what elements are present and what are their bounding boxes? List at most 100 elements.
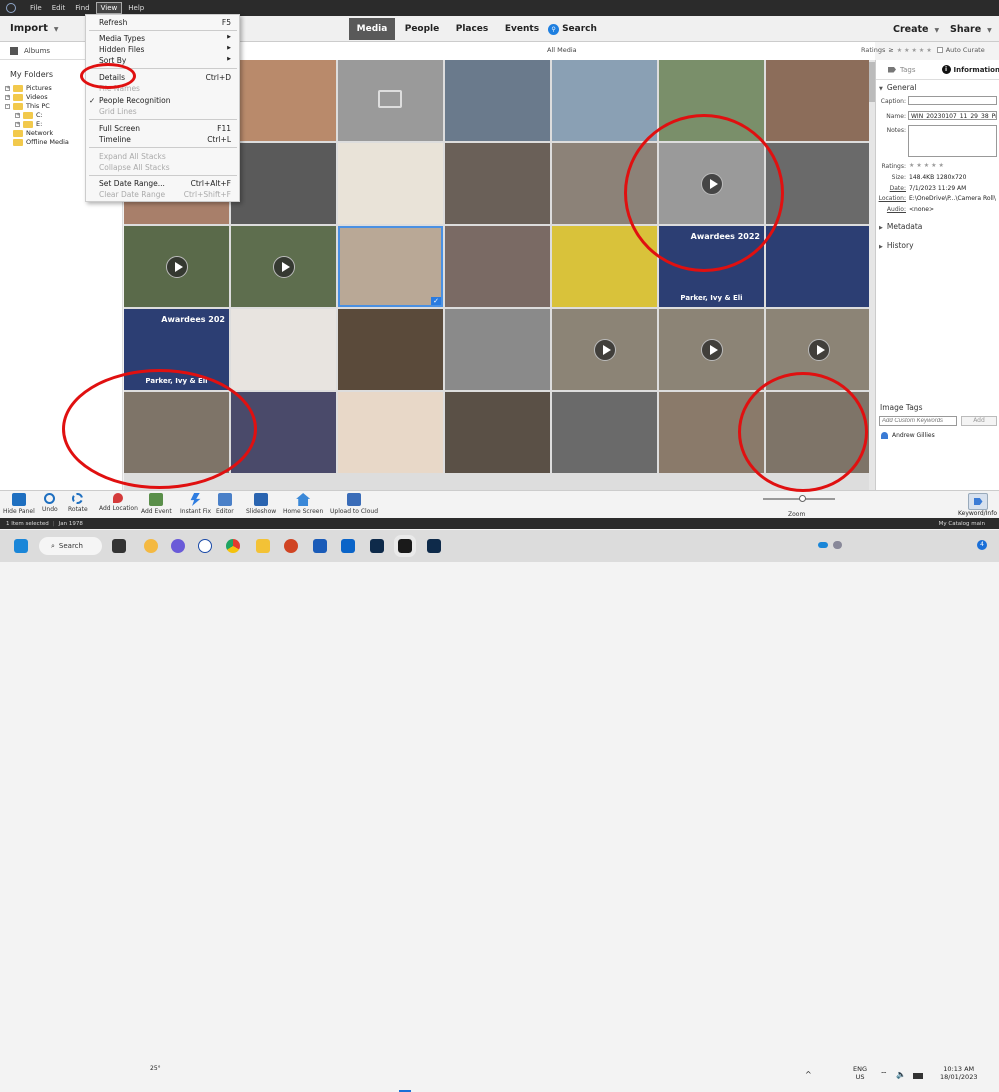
menu-find[interactable]: Find [71, 3, 93, 13]
tab-media[interactable]: Media [349, 18, 395, 40]
add-location-button[interactable]: Add Location [99, 493, 138, 512]
photo-thumbnail[interactable] [445, 392, 550, 473]
share-button[interactable]: Share▼ [950, 24, 992, 35]
undo-button[interactable]: Undo [42, 493, 58, 513]
show-hidden-icons-chevron[interactable]: ^ [805, 1070, 812, 1079]
ratings-filter[interactable]: Ratings ≥ ★★★★★ Auto Curate [861, 46, 985, 54]
play-icon[interactable] [166, 256, 188, 278]
start-windows-icon[interactable] [14, 539, 28, 553]
menu-item-collapse-all-stacks[interactable]: Collapse All Stacks [99, 163, 239, 172]
history-section-toggle[interactable]: ▶History [879, 241, 914, 250]
tab-people[interactable]: People [400, 18, 444, 40]
menu-item-grid-lines[interactable]: Grid Lines [99, 107, 239, 116]
photo-thumbnail[interactable] [338, 143, 443, 224]
ratings-operator[interactable]: ≥ [888, 46, 893, 54]
collapse-icon[interactable]: - [5, 104, 10, 109]
zoom-slider-handle[interactable] [799, 495, 806, 502]
menu-item-timeline[interactable]: TimelineCtrl+L [99, 135, 239, 144]
rating-stars[interactable]: ★★★★★ [909, 162, 946, 169]
photo-thumbnail[interactable] [231, 309, 336, 390]
photo-thumbnail[interactable] [766, 60, 869, 141]
general-section-toggle[interactable]: ▼General [879, 83, 916, 92]
tab-events[interactable]: Events [500, 18, 544, 40]
expand-icon[interactable]: + [15, 113, 20, 118]
photo-thumbnail[interactable] [445, 143, 550, 224]
keyword-info-button[interactable]: Keyword/Info [958, 493, 997, 517]
folder-videos[interactable]: +Videos [5, 93, 48, 101]
menu-item-media-types[interactable]: Media Types▶ [99, 34, 239, 43]
editor-button[interactable]: Editor [216, 493, 234, 515]
tab-information[interactable]: iInformation [942, 65, 999, 74]
tab-tags[interactable]: Tags [888, 66, 916, 74]
notification-badge[interactable]: 4 [977, 540, 987, 550]
folder-c[interactable]: +C: [15, 111, 43, 119]
menu-item-clear-date-range[interactable]: Clear Date RangeCtrl+Shift+F [99, 190, 239, 199]
location-label[interactable]: Location: [876, 195, 906, 202]
search-button[interactable]: ⚲Search [545, 18, 600, 40]
hide-panel-button[interactable]: Hide Panel [3, 493, 35, 515]
notes-textarea[interactable] [908, 125, 997, 157]
create-button[interactable]: Create▼ [893, 24, 939, 35]
menu-item-set-date-range[interactable]: Set Date Range...Ctrl+Alt+F [99, 179, 239, 188]
custom-keywords-input[interactable] [879, 416, 957, 426]
video-thumbnail[interactable] [124, 226, 229, 307]
folder-this-pc[interactable]: -This PC [5, 102, 50, 110]
people-tag[interactable]: Andrew Gillies [881, 432, 935, 439]
import-button[interactable]: Import▼ [10, 23, 59, 34]
audio-label[interactable]: Audio: [876, 206, 906, 213]
menu-item-refresh[interactable]: RefreshF5 [99, 18, 239, 27]
video-thumbnail[interactable] [659, 309, 764, 390]
stack-thumbnail[interactable] [338, 60, 443, 141]
play-icon[interactable] [808, 339, 830, 361]
ratings-stars[interactable]: ★★★★★ [897, 47, 934, 54]
add-event-button[interactable]: Add Event [141, 493, 172, 515]
taskbar-clock[interactable]: 10:13 AM18/01/2023 [940, 1065, 977, 1081]
photo-thumbnail[interactable] [338, 392, 443, 473]
video-thumbnail[interactable] [552, 309, 657, 390]
powerpoint-icon[interactable] [284, 539, 298, 553]
photo-thumbnail[interactable] [552, 392, 657, 473]
onedrive-icon[interactable] [818, 542, 828, 548]
onedrive-sync-icon[interactable] [833, 541, 842, 549]
auto-curate-checkbox[interactable] [937, 47, 943, 53]
photo-thumbnail[interactable] [445, 60, 550, 141]
play-icon[interactable] [701, 339, 723, 361]
name-input[interactable]: WIN_20230107_11_29_38_Pro [908, 111, 997, 120]
menu-file[interactable]: File [26, 3, 46, 13]
date-label[interactable]: Date: [876, 185, 906, 192]
folder-e[interactable]: +E: [15, 120, 42, 128]
photo-thumbnail[interactable] [231, 60, 336, 141]
slideshow-button[interactable]: Slideshow [246, 493, 276, 515]
photo-thumbnail[interactable] [445, 309, 550, 390]
expand-icon[interactable]: + [5, 95, 10, 100]
play-icon[interactable] [273, 256, 295, 278]
elements-organizer-icon[interactable] [370, 539, 384, 553]
file-explorer-icon[interactable] [256, 539, 270, 553]
folder-network[interactable]: Network [13, 129, 53, 137]
menu-item-full-screen[interactable]: Full ScreenF11 [99, 124, 239, 133]
chrome-icon[interactable] [226, 539, 240, 553]
taskbar-search[interactable]: ⌕Search [39, 537, 102, 555]
app-zoom-icon[interactable] [313, 539, 327, 553]
volume-icon[interactable]: 🔈 [896, 1070, 906, 1079]
photo-thumbnail[interactable] [445, 226, 550, 307]
instant-fix-button[interactable]: Instant Fix [180, 493, 211, 515]
folder-offline-media[interactable]: Offline Media [13, 138, 69, 146]
app-pen-icon[interactable] [198, 539, 212, 553]
home-screen-button[interactable]: Home Screen [283, 493, 323, 515]
photo-thumbnail[interactable] [552, 60, 657, 141]
video-thumbnail[interactable] [231, 226, 336, 307]
menu-help[interactable]: Help [124, 3, 148, 13]
menu-item-expand-all-stacks[interactable]: Expand All Stacks [99, 152, 239, 161]
menu-item-people-recognition[interactable]: ✓People Recognition [99, 96, 239, 105]
menu-view[interactable]: View [96, 2, 123, 14]
language-indicator[interactable]: ENGUS [853, 1065, 867, 1081]
folder-pictures[interactable]: +Pictures [5, 84, 52, 92]
battery-icon[interactable] [913, 1073, 923, 1079]
photo-thumbnail[interactable] [766, 226, 869, 307]
expand-icon[interactable]: + [15, 122, 20, 127]
metadata-section-toggle[interactable]: ▶Metadata [879, 222, 922, 231]
wifi-icon[interactable]: ⌔ [880, 1070, 888, 1080]
play-icon[interactable] [594, 339, 616, 361]
menu-edit[interactable]: Edit [48, 3, 70, 13]
